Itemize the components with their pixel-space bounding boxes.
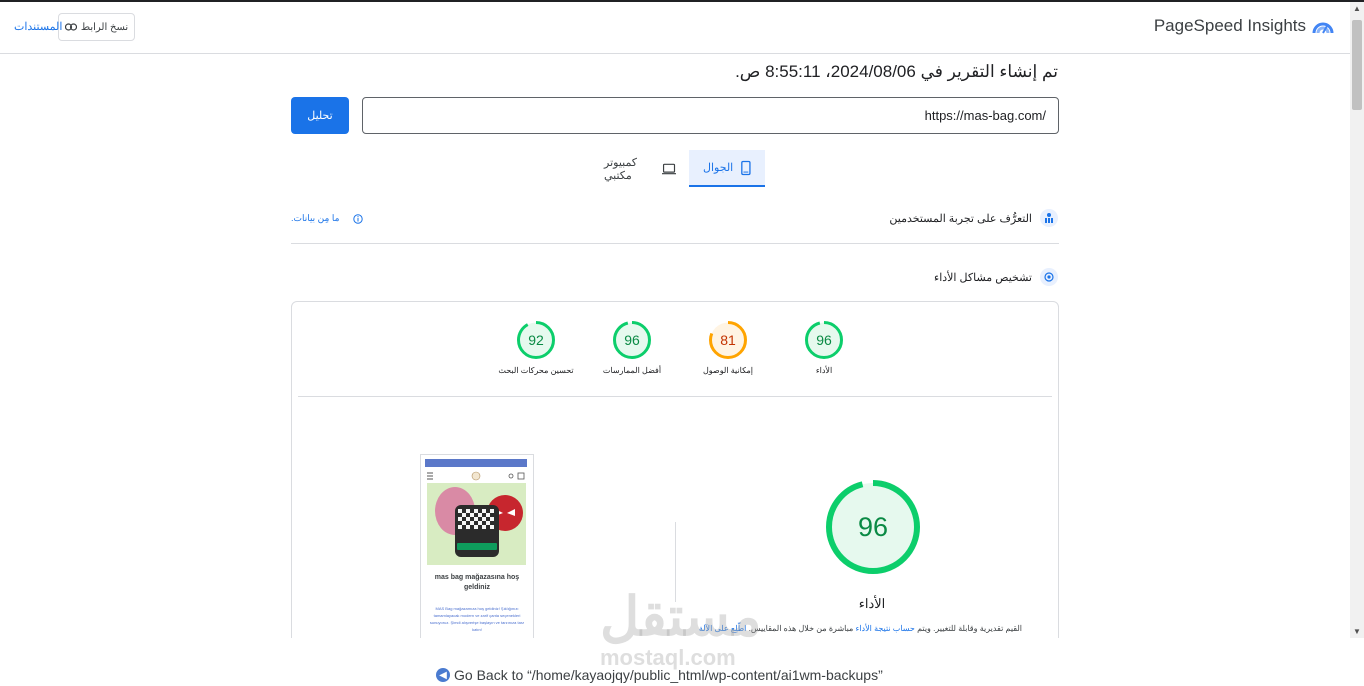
final-screenshot: mas bag mağazasına hoş geldiniz MAS Bag …	[420, 454, 534, 646]
diagnostics-icon	[1040, 268, 1058, 286]
gauge-performance[interactable]: 96 الأداء	[779, 320, 869, 375]
report-date: تم إنشاء التقرير في 2024/08/06، 8:55:11 …	[735, 62, 1058, 81]
docs-link[interactable]: المستندات	[14, 20, 62, 33]
no-data-notice: ما مِن بيانات.	[291, 213, 364, 224]
screenshot-nav	[425, 469, 527, 481]
gauge-best-practices-ring: 96	[613, 321, 651, 359]
desc-middle: مباشرة من خلال هذه المقاييس.	[748, 624, 854, 633]
brand[interactable]: PageSpeed Insights	[1154, 16, 1334, 36]
brand-title: PageSpeed Insights	[1153, 16, 1306, 35]
gauge-accessibility[interactable]: 81 إمكانية الوصول	[683, 320, 773, 375]
tab-desktop[interactable]: كمبيوتر مكتبي	[590, 150, 690, 187]
diagnostics-section-header: تشخيص مشاكل الأداء	[934, 268, 1058, 286]
link-icon	[64, 23, 77, 31]
score-gauges: 92 تحسين محركات البحث 96 أفضل الممارسات …	[298, 320, 1052, 396]
svg-text:96: 96	[858, 512, 888, 542]
go-back-link[interactable]: ◀ Go Back to “/home/kayaojqy/public_html…	[436, 667, 883, 683]
gauge-best-practices-label: أفضل الممارسات	[602, 366, 662, 375]
crux-title: التعرُّف على تجربة المستخدمين	[889, 212, 1032, 225]
copy-link-button[interactable]: نسخ الرابط	[58, 13, 135, 41]
page-scrollbar[interactable]: ▲ ▼	[1350, 2, 1364, 638]
diagnostics-title: تشخيص مشاكل الأداء	[934, 271, 1032, 284]
tab-mobile-label: الجوال	[703, 162, 734, 174]
gauge-best-practices[interactable]: 96 أفضل الممارسات	[587, 320, 677, 375]
info-icon	[353, 213, 364, 224]
scroll-thumb[interactable]	[1352, 20, 1362, 110]
scroll-up-icon[interactable]: ▲	[1353, 4, 1361, 13]
gauge-performance-ring: 96	[805, 321, 843, 359]
crux-section-header: التعرُّف على تجربة المستخدمين	[889, 209, 1058, 227]
tab-mobile[interactable]: الجوال	[689, 150, 765, 187]
gauge-accessibility-label: إمكانية الوصول	[702, 366, 754, 375]
people-icon	[1040, 209, 1058, 227]
svg-text:96: 96	[624, 332, 640, 348]
gauge-seo-ring: 92	[517, 321, 555, 359]
gauge-accessibility-ring: 81	[709, 321, 747, 359]
scroll-down-icon[interactable]: ▼	[1353, 627, 1361, 636]
pagespeed-logo-icon	[1312, 22, 1334, 34]
performance-main-gauge[interactable]: 96	[825, 479, 921, 580]
screenshot-body: MAS Bag mağazamıza hoş geldiniz! Şıklığı…	[429, 606, 525, 632]
section-divider	[291, 243, 1059, 244]
copy-link-label: نسخ الرابط	[80, 21, 129, 33]
smartphone-icon	[741, 160, 751, 175]
url-input[interactable]: https://mas-bag.com/	[362, 97, 1059, 134]
desc-prefix: القيم تقديرية وقابلة للتغيير. ويتم	[917, 624, 1022, 633]
watermark-logo: مستقل	[600, 587, 762, 647]
gauge-seo[interactable]: 92 تحسين محركات البحث	[491, 320, 581, 375]
score-calc-link[interactable]: حساب نتيجة الأداء	[856, 624, 915, 633]
svg-text:81: 81	[720, 332, 736, 348]
analyze-button[interactable]: تحليل	[291, 97, 349, 134]
gauge-performance-label: الأداء	[815, 366, 833, 375]
laptop-icon	[661, 163, 676, 174]
back-arrow-icon: ◀	[436, 668, 450, 682]
screenshot-top-bar	[425, 459, 527, 467]
screenshot-product-image	[427, 483, 526, 565]
go-back-label: Go Back to “/home/kayaojqy/public_html/w…	[454, 667, 883, 683]
app-header: PageSpeed Insights نسخ الرابط المستندات	[0, 2, 1350, 54]
performance-main-ring: 96	[826, 480, 920, 574]
no-data-label: ما مِن بيانات.	[291, 213, 340, 223]
svg-text:92: 92	[528, 332, 544, 348]
svg-text:96: 96	[816, 332, 832, 348]
gauge-seo-label: تحسين محركات البحث	[498, 366, 574, 375]
card-divider	[298, 396, 1052, 397]
screenshot-heading: mas bag mağazasına hoş geldiniz	[434, 574, 520, 591]
performance-main-label: الأداء	[858, 596, 886, 611]
tab-desktop-label: كمبيوتر مكتبي	[604, 156, 638, 182]
